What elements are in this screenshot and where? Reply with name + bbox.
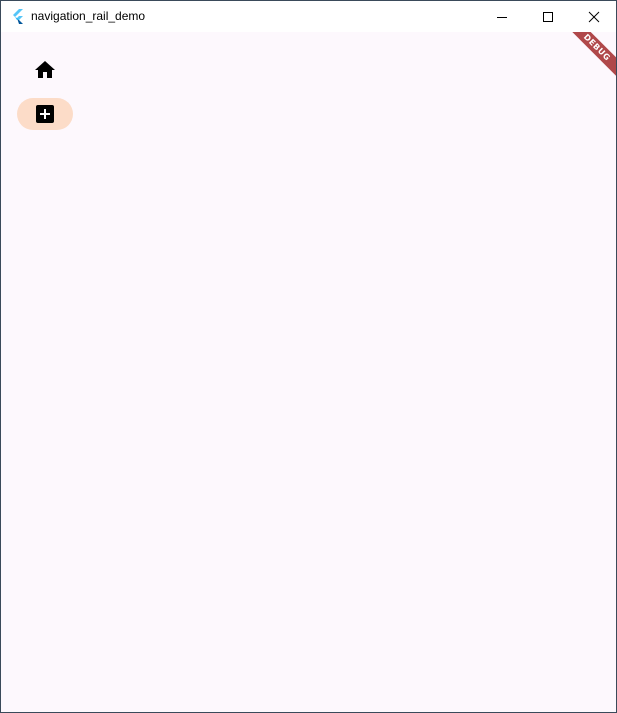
debug-banner-label: DEBUG: [560, 32, 616, 84]
maximize-icon: [543, 11, 553, 22]
close-icon: [588, 11, 600, 22]
navigation-rail: [1, 32, 89, 712]
app-content: DEBUG: [1, 32, 616, 712]
title-bar[interactable]: navigation_rail_demo: [1, 1, 616, 32]
app-window: navigation_rail_demo DEBUG: [0, 0, 617, 713]
home-icon: [35, 61, 55, 78]
rail-destination-add[interactable]: [17, 98, 73, 130]
maximize-button[interactable]: [525, 1, 571, 32]
debug-banner: DEBUG: [556, 32, 616, 92]
rail-destination-home[interactable]: [17, 54, 73, 86]
minimize-icon: [497, 16, 507, 18]
add-box-icon: [36, 105, 54, 123]
close-button[interactable]: [571, 1, 616, 32]
window-title: navigation_rail_demo: [31, 9, 146, 23]
minimize-button[interactable]: [479, 1, 525, 32]
flutter-logo-icon: [13, 9, 23, 24]
